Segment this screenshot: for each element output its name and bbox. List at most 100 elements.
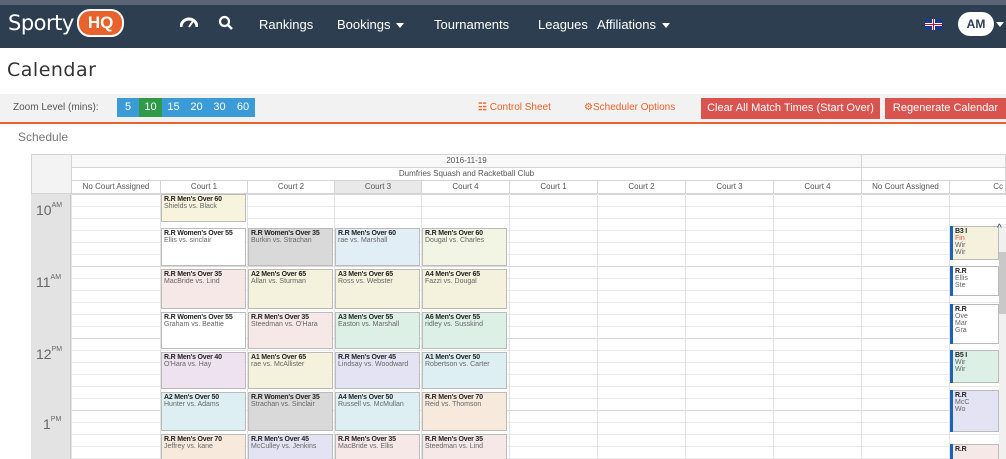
scheduler-options-label: Scheduler Options [592, 102, 676, 113]
match-event[interactable]: A3 Men's Over 55 Easton vs. Marshall [335, 312, 420, 349]
grid-line [71, 350, 1006, 351]
match-players: MacBride vs. Lind [164, 278, 220, 285]
match-event[interactable]: R.R Men's Over 45 McCulley vs. Jenkins [248, 434, 333, 459]
match-players: Wir [955, 249, 966, 256]
chevron-up-icon[interactable]: ^ [997, 223, 1002, 234]
match-event[interactable]: R.R Women's Over 35 Burkin vs. Strachan [248, 228, 333, 266]
match-event[interactable]: A4 Men's Over 65 Fazzi vs. Dougal [422, 269, 507, 309]
match-event[interactable]: R.R Men's Over 60 rae vs. Marshall [335, 228, 420, 266]
match-division: B3 I [955, 228, 968, 235]
venue-header-next [861, 167, 1006, 181]
match-division: R.R Men's Over 60 [425, 230, 483, 237]
match-event[interactable]: R.R Men's Over 70 Reid vs. Thomson [422, 392, 507, 431]
match-event[interactable]: A2 Men's Over 65 Allan vs. Sturman [248, 269, 333, 309]
zoom-10-button[interactable]: 10 [139, 98, 162, 117]
match-players: Burkin vs. Strachan [251, 237, 312, 244]
match-event[interactable]: R.R Men's Over 35 Steedman vs. O'Hara [248, 312, 333, 349]
column-header: Court 2 [597, 180, 686, 194]
match-event[interactable]: R.R [953, 444, 999, 459]
match-event[interactable]: R.R Men's Over 45 Lindsay vs. Woodward [335, 352, 420, 389]
date-header: 2016-11-19 [71, 154, 862, 168]
match-event[interactable]: A6 Men's Over 55 ridley vs. Susskind [422, 312, 507, 349]
match-division: R.R Men's Over 40 [164, 354, 222, 361]
nav-affiliations[interactable]: Affiliations [597, 17, 671, 32]
match-event[interactable]: R.R Ellis Ste [953, 266, 999, 296]
match-event[interactable]: A2 Men's Over 50 Hunter vs. Adams [161, 392, 246, 431]
column-line [509, 194, 510, 459]
nav-rankings[interactable]: Rankings [259, 17, 313, 32]
dashboard-icon[interactable] [179, 15, 199, 33]
zoom-30-button[interactable]: 30 [208, 98, 231, 117]
zoom-15-button[interactable]: 15 [162, 98, 185, 117]
match-players: Lindsay vs. Woodward [338, 361, 409, 368]
match-players: Shields vs. Black [164, 203, 217, 210]
regenerate-calendar-button[interactable]: Regenerate Calendar [885, 98, 1006, 119]
match-event[interactable]: B5 I Wir Wir [953, 350, 999, 383]
calendar-toolbar: Zoom Level (mins): 5 10 15 20 30 60 ☷ Co… [0, 94, 1006, 124]
match-event[interactable]: A1 Men's Over 65 rae vs. McAllister [248, 352, 333, 389]
chevron-down-icon [662, 23, 671, 29]
match-division: A2 Men's Over 65 [251, 271, 306, 278]
match-event[interactable]: R.R Men's Over 70 Jeffrey vs. kane [161, 434, 246, 459]
match-event[interactable]: R.R Men's Over 35 MacBride vs. Lind [161, 269, 246, 309]
match-players: Dougal vs. Charles [425, 237, 485, 244]
search-icon[interactable] [218, 15, 234, 35]
match-event[interactable]: A4 Men's Over 50 Russell vs. McMullan [335, 392, 420, 431]
nav-leagues[interactable]: Leagues [538, 17, 588, 32]
match-players: Russell vs. McMullan [338, 401, 404, 408]
match-players: rae vs. Marshall [338, 237, 388, 244]
match-division: A1 Men's Over 50 [425, 354, 480, 361]
scheduler-options-link[interactable]: ⚙Scheduler Options [584, 102, 675, 113]
nav-tournaments[interactable]: Tournaments [434, 17, 509, 32]
match-division: R.R Men's Over 35 [164, 271, 222, 278]
match-event[interactable]: R.R Women's Over 55 Ellis vs. sinclair [161, 228, 246, 266]
match-division: R.R Women's Over 35 [251, 394, 320, 401]
column-header: Cc [949, 180, 1006, 194]
match-players: Robertson vs. Carter [425, 361, 490, 368]
calendar-header: 2016-11-19 Dumfries Squash and Racketbal… [31, 154, 1006, 194]
clear-match-times-button[interactable]: Clear All Match Times (Start Over) [701, 98, 880, 119]
venue-header: Dumfries Squash and Racketball Club [71, 167, 862, 181]
match-players: Ross vs. Webster [338, 278, 393, 285]
uk-flag-icon[interactable] [925, 19, 942, 30]
time-label: 11AM [36, 274, 61, 290]
match-event[interactable]: B3 I Fin Wir Wir [953, 226, 999, 260]
zoom-20-button[interactable]: 20 [185, 98, 208, 117]
time-hour: 11 [36, 274, 51, 290]
chevron-down-icon[interactable] [996, 22, 1004, 27]
time-column: 10AM 11AM 12PM 1PM [31, 194, 71, 459]
top-navbar: Sporty HQ Rankings Bookings Tournaments … [0, 0, 1006, 48]
time-ampm: PM [50, 416, 62, 423]
match-event[interactable]: R.R Men's Over 60 Dougal vs. Charles [422, 228, 507, 266]
match-event[interactable]: A1 Men's Over 50 Robertson vs. Carter [422, 352, 507, 389]
match-players: Reid vs. Thomson [425, 401, 482, 408]
match-event[interactable]: R.R McC Wo [953, 390, 999, 432]
match-event[interactable]: R.R Women's Over 55 Graham vs. Beattie [161, 312, 246, 349]
control-sheet-link[interactable]: ☷ Control Sheet [478, 102, 551, 113]
match-players: Ove [955, 313, 968, 320]
match-players: Steedman vs. O'Hara [251, 321, 318, 328]
match-players: rae vs. McAllister [251, 361, 305, 368]
match-event[interactable]: A3 Men's Over 65 Ross vs. Webster [335, 269, 420, 309]
match-event[interactable]: R.R Women's Over 35 Strachan vs. Sinclair [248, 392, 333, 431]
time-label: 10AM [36, 202, 62, 218]
scrollbar-thumb[interactable] [999, 252, 1006, 314]
match-event[interactable]: R.R Men's Over 35 MacBride vs. Ellis [335, 434, 420, 459]
match-division: R.R Women's Over 55 [164, 314, 233, 321]
column-header: Court 3 [334, 180, 422, 194]
user-avatar[interactable]: AM [958, 12, 994, 36]
brand-badge: HQ [76, 9, 125, 37]
match-event[interactable]: R.R Men's Over 35 Steedman vs. Lind [422, 434, 507, 459]
match-event[interactable]: R.R Men's Over 60 Shields vs. Black [161, 194, 246, 222]
column-header: Court 1 [160, 180, 248, 194]
zoom-60-button[interactable]: 60 [231, 98, 255, 117]
zoom-5-button[interactable]: 5 [117, 98, 139, 117]
match-event[interactable]: R.R Ove Mar Gra [953, 304, 999, 344]
match-event[interactable]: R.R Men's Over 40 O'Hara vs. Hay [161, 352, 246, 389]
sportyhq-logo[interactable]: Sporty HQ [8, 9, 125, 37]
match-division: R.R Men's Over 70 [425, 394, 483, 401]
nav-bookings[interactable]: Bookings [337, 17, 405, 32]
match-players: Jeffrey vs. kane [164, 443, 213, 450]
column-line [861, 194, 862, 459]
match-division: R.R [955, 306, 967, 313]
